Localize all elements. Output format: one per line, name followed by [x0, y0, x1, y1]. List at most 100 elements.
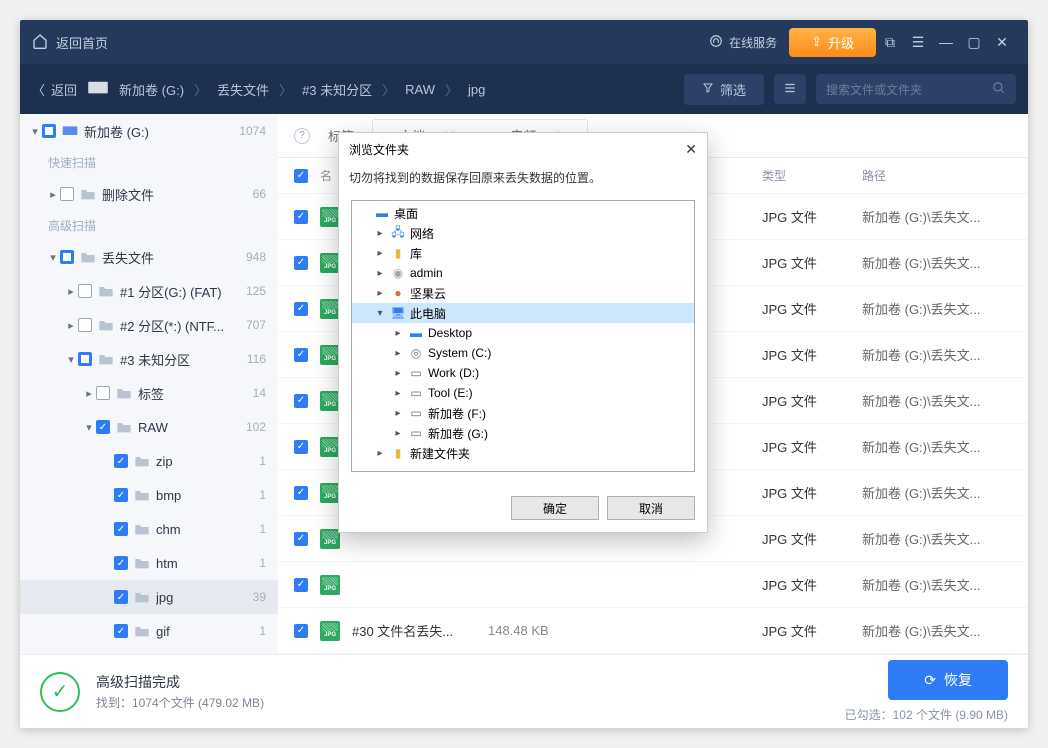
checkbox[interactable]: ✓: [294, 210, 308, 224]
chevron-right-icon: 〉: [194, 80, 207, 99]
dialog-buttons: 确定 取消: [339, 486, 707, 532]
crumb-item[interactable]: RAW: [405, 82, 435, 97]
tree-xing[interactable]: ▸▭新加卷 (G:): [352, 423, 694, 443]
checkbox[interactable]: [42, 124, 56, 138]
section-quick: 快速扫描: [20, 148, 278, 177]
checkbox[interactable]: ✓: [294, 532, 308, 546]
tree-raw[interactable]: ▾ ✓ RAW 102: [20, 410, 278, 444]
checkbox[interactable]: ✓: [294, 302, 308, 316]
home-link[interactable]: 返回首页: [32, 33, 108, 52]
layout-icon[interactable]: ⧉: [876, 34, 904, 51]
file-row[interactable]: ✓JPG#30 文件名丢失... 148.48 KBJPG 文件新加卷 (G:)…: [278, 608, 1028, 654]
file-row[interactable]: ✓JPGJPG 文件新加卷 (G:)\丢失文...: [278, 562, 1028, 608]
network-icon: 🖧: [390, 226, 406, 240]
filter-button[interactable]: 筛选: [684, 74, 764, 105]
tree-sysc[interactable]: ▸◎System (C:): [352, 343, 694, 363]
drive-icon: ▭: [408, 386, 424, 400]
tree-network[interactable]: ▸🖧网络: [352, 223, 694, 243]
tree-zip[interactable]: ✓ zip 1: [20, 444, 278, 478]
checkbox[interactable]: ✓: [114, 522, 128, 536]
checkbox[interactable]: [96, 386, 110, 400]
tree-xinf[interactable]: ▸▭新加卷 (F:): [352, 403, 694, 423]
tree-tags[interactable]: ▸ 标签 14: [20, 376, 278, 410]
tree-this-pc[interactable]: ▾🖥此电脑: [352, 303, 694, 323]
caret-right-icon: ▸: [374, 228, 386, 239]
checkbox[interactable]: ✓: [294, 440, 308, 454]
close-button[interactable]: ✕: [988, 34, 1016, 51]
jpg-file-icon: JPG: [320, 299, 340, 319]
caret-right-icon: ▸: [374, 268, 386, 279]
list-view-button[interactable]: [774, 74, 806, 104]
caret-down-icon: ▾: [64, 353, 78, 366]
checkbox[interactable]: ✓: [96, 420, 110, 434]
tree-workd[interactable]: ▸▭Work (D:): [352, 363, 694, 383]
tree-p3[interactable]: ▾ #3 未知分区 116: [20, 342, 278, 376]
checkbox[interactable]: [78, 284, 92, 298]
jpg-file-icon: JPG: [320, 207, 340, 227]
help-icon[interactable]: ?: [294, 128, 310, 144]
tree-deleted[interactable]: ▸ 删除文件 66: [20, 177, 278, 211]
checkbox[interactable]: ✓: [114, 590, 128, 604]
tree-admin[interactable]: ▸◉admin: [352, 263, 694, 283]
checkbox[interactable]: ✓: [114, 488, 128, 502]
tree-desk2[interactable]: ▸▬Desktop: [352, 323, 694, 343]
checkbox[interactable]: ✓: [114, 454, 128, 468]
tree-p2[interactable]: ▸ #2 分区(*:) (NTF... 707: [20, 308, 278, 342]
back-button[interactable]: 〈 返回: [32, 80, 77, 99]
checkbox[interactable]: ✓: [114, 624, 128, 638]
checkbox[interactable]: ✓: [294, 256, 308, 270]
home-icon: [32, 33, 48, 52]
checkbox[interactable]: ✓: [294, 624, 308, 638]
section-adv: 高级扫描: [20, 211, 278, 240]
tree-library[interactable]: ▸▮库: [352, 243, 694, 263]
crumb-item[interactable]: 丢失文件: [217, 80, 269, 99]
crumb-item[interactable]: jpg: [468, 82, 485, 97]
tree-desktop[interactable]: ▬桌面: [352, 203, 694, 223]
tree-jpg[interactable]: ✓ jpg 39: [20, 580, 278, 614]
tree-jianguo[interactable]: ▸●坚果云: [352, 283, 694, 303]
checkbox[interactable]: ✓: [294, 394, 308, 408]
col-type[interactable]: 类型: [762, 167, 850, 184]
tree-chm[interactable]: ✓ chm 1: [20, 512, 278, 546]
dialog-close-button[interactable]: ✕: [685, 141, 697, 158]
checkbox[interactable]: ✓: [114, 556, 128, 570]
folder-tree[interactable]: ▬桌面 ▸🖧网络 ▸▮库 ▸◉admin ▸●坚果云 ▾🖥此电脑 ▸▬Deskt…: [351, 200, 695, 472]
ok-button[interactable]: 确定: [511, 496, 599, 520]
crumb-item[interactable]: #3 未知分区: [302, 80, 372, 99]
caret-right-icon: ▸: [392, 388, 404, 399]
select-all-checkbox[interactable]: ✓: [294, 169, 308, 183]
tree-root[interactable]: ▾ 新加卷 (G:) 1074: [20, 114, 278, 148]
crumb-item[interactable]: 新加卷 (G:): [119, 80, 184, 99]
tree-newf[interactable]: ▸▮新建文件夹: [352, 443, 694, 463]
tree-toole[interactable]: ▸▭Tool (E:): [352, 383, 694, 403]
checkbox[interactable]: [60, 250, 74, 264]
maximize-button[interactable]: ▢: [960, 34, 988, 51]
online-service[interactable]: 在线服务: [709, 34, 777, 51]
hdd-icon: [62, 124, 78, 138]
checkbox[interactable]: [78, 318, 92, 332]
caret-right-icon: ▸: [392, 328, 404, 339]
checkbox[interactable]: ✓: [294, 578, 308, 592]
dialog-title: 浏览文件夹: [349, 141, 409, 158]
search-input[interactable]: 搜索文件或文件夹: [816, 74, 1016, 104]
tree-bmp[interactable]: ✓ bmp 1: [20, 478, 278, 512]
col-path[interactable]: 路径: [862, 167, 1012, 184]
tree-lost[interactable]: ▾ 丢失文件 948: [20, 240, 278, 274]
caret-right-icon: ▸: [374, 288, 386, 299]
menu-icon[interactable]: ☰: [904, 34, 932, 51]
checkbox[interactable]: [60, 187, 74, 201]
tree-gif[interactable]: ✓ gif 1: [20, 614, 278, 648]
recover-button[interactable]: ⟳ 恢复: [888, 660, 1008, 700]
jpg-file-icon: JPG: [320, 345, 340, 365]
upgrade-button[interactable]: ⇪ 升级: [789, 28, 876, 57]
minimize-button[interactable]: —: [932, 34, 960, 50]
folder-icon: [98, 318, 114, 332]
checkbox[interactable]: ✓: [294, 348, 308, 362]
cancel-button[interactable]: 取消: [607, 496, 695, 520]
tree-p1[interactable]: ▸ #1 分区(G:) (FAT) 125: [20, 274, 278, 308]
tree-htm[interactable]: ✓ htm 1: [20, 546, 278, 580]
desktop-icon: ▬: [408, 326, 424, 340]
checkbox[interactable]: [78, 352, 92, 366]
caret-right-icon: ▸: [392, 368, 404, 379]
checkbox[interactable]: ✓: [294, 486, 308, 500]
